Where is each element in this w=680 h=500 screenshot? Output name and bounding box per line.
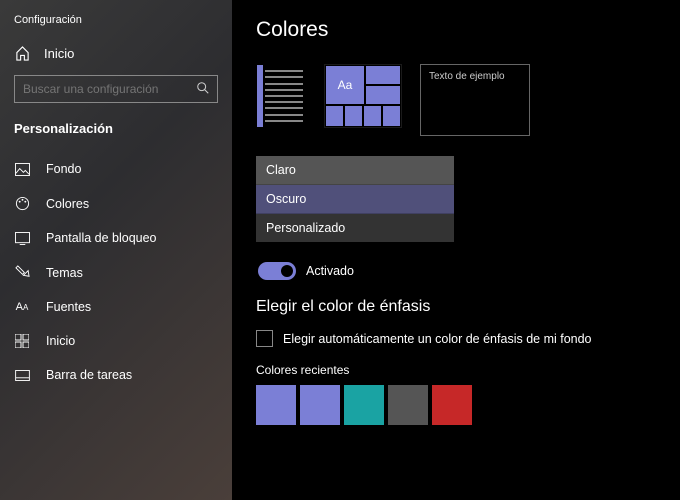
color-previews: Aa Texto de ejemplo (256, 64, 656, 136)
search-icon (196, 81, 210, 95)
sidebar-item-label: Temas (46, 266, 83, 280)
dropdown-option-claro[interactable]: Claro (256, 156, 454, 185)
themes-icon (14, 265, 30, 280)
color-swatch[interactable] (300, 385, 340, 425)
transparency-toggle-row: Activado (258, 262, 656, 280)
auto-accent-checkbox[interactable] (256, 330, 273, 347)
preview-thumbnail-1[interactable] (256, 64, 306, 128)
picture-icon (14, 163, 30, 176)
main-panel: Colores Aa Texto de ejemplo Claro Oscuro… (232, 0, 680, 500)
search-wrap (14, 75, 218, 103)
color-swatch[interactable] (432, 385, 472, 425)
nav-home-label: Inicio (44, 46, 74, 61)
sidebar-item-fondo[interactable]: Fondo (0, 152, 232, 186)
sidebar-item-label: Pantalla de bloqueo (46, 231, 157, 245)
color-swatch[interactable] (256, 385, 296, 425)
palette-icon (14, 196, 30, 211)
auto-accent-row: Elegir automáticamente un color de énfas… (256, 330, 656, 347)
sidebar-item-label: Inicio (46, 334, 75, 348)
accent-section-title: Elegir el color de énfasis (256, 298, 656, 316)
color-swatch[interactable] (344, 385, 384, 425)
sidebar-item-label: Barra de tareas (46, 368, 132, 382)
transparency-toggle[interactable] (258, 262, 296, 280)
sidebar-item-inicio[interactable]: Inicio (0, 324, 232, 358)
dropdown-option-oscuro[interactable]: Oscuro (256, 185, 454, 214)
preview-aa-label: Aa (325, 65, 365, 105)
sidebar: Configuración Inicio Personalización Fon… (0, 0, 232, 500)
home-icon (14, 46, 30, 61)
color-swatch[interactable] (388, 385, 428, 425)
search-input[interactable] (14, 75, 218, 103)
sidebar-item-label: Colores (46, 197, 89, 211)
sidebar-item-lockscreen[interactable]: Pantalla de bloqueo (0, 221, 232, 255)
preview-thumbnail-2[interactable]: Aa (324, 64, 402, 128)
page-title: Colores (256, 18, 656, 42)
nav-home[interactable]: Inicio (0, 38, 232, 75)
sidebar-item-label: Fuentes (46, 300, 91, 314)
start-icon (14, 334, 30, 348)
auto-accent-label: Elegir automáticamente un color de énfas… (283, 332, 592, 346)
sidebar-item-colores[interactable]: Colores (0, 186, 232, 221)
preview-sample-text: Texto de ejemplo (429, 71, 505, 82)
category-title: Personalización (0, 117, 232, 152)
lockscreen-icon (14, 232, 30, 245)
dropdown-option-personalizado[interactable]: Personalizado (256, 214, 454, 242)
sidebar-item-temas[interactable]: Temas (0, 255, 232, 290)
recent-color-swatches (256, 385, 656, 425)
sidebar-item-fuentes[interactable]: AA Fuentes (0, 290, 232, 324)
taskbar-icon (14, 370, 30, 381)
sidebar-item-taskbar[interactable]: Barra de tareas (0, 358, 232, 392)
recent-colors-label: Colores recientes (256, 363, 656, 377)
preview-thumbnail-3[interactable]: Texto de ejemplo (420, 64, 530, 136)
app-title: Configuración (0, 10, 232, 38)
sidebar-item-label: Fondo (46, 162, 81, 176)
toggle-state-label: Activado (306, 264, 354, 278)
color-mode-dropdown[interactable]: Claro Oscuro Personalizado (256, 156, 454, 242)
fonts-icon: AA (14, 301, 30, 313)
